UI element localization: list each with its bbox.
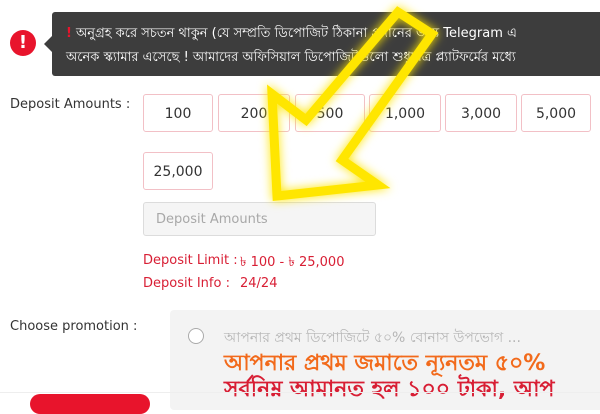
divider [0,392,600,393]
submit-button[interactable] [30,394,150,414]
notice-tooltip: ! অনুগ্রহ করে সচতন থাকুন (যে সম্প্রতি ডিপ… [44,12,600,76]
alert-circle-icon: ! [10,30,36,56]
deposit-info-label: Deposit Info : [143,276,230,291]
notice-line-2: অনেক স্ক্যামার এসেছে ! আমাদের অফিসিয়াল … [66,50,516,65]
promotion-option[interactable]: আপনার প্রথম ডিপোজিটে ৫০% বোনাস উপভোগ ...… [170,310,600,410]
amount-option-3000[interactable]: 3,000 [445,94,517,132]
scam-warning-notice: ! ! অনুগ্রহ করে সচতন থাকুন (যে সম্প্রতি ড… [0,0,600,86]
deposit-limit-label: Deposit Limit : [143,253,238,268]
deposit-amounts-label: Deposit Amounts : [10,97,131,112]
amount-option-25000[interactable]: 25,000 [143,152,213,190]
deposit-amount-input[interactable] [143,202,376,236]
amount-option-100[interactable]: 100 [143,94,213,132]
amount-option-5000[interactable]: 5,000 [521,94,591,132]
amount-option-500[interactable]: 500 [295,94,365,132]
promotion-headline-2: সর্বনিম্ন আমানত হল ১০০ টাকা, আপ [224,377,555,402]
amount-option-200[interactable]: 200 [218,94,290,132]
exclamation-icon: ! [66,26,72,41]
choose-promotion-label: Choose promotion : [10,319,138,334]
deposit-limit-value: ৳ 100 - ৳ 25,000 [240,255,345,270]
notice-line-1: ! অনুগ্রহ করে সচতন থাকুন (যে সম্প্রতি ডিপ… [66,26,517,41]
promotion-radio[interactable] [188,328,204,344]
amount-option-1000[interactable]: 1,000 [369,94,441,132]
deposit-info-value: 24/24 [240,276,278,291]
